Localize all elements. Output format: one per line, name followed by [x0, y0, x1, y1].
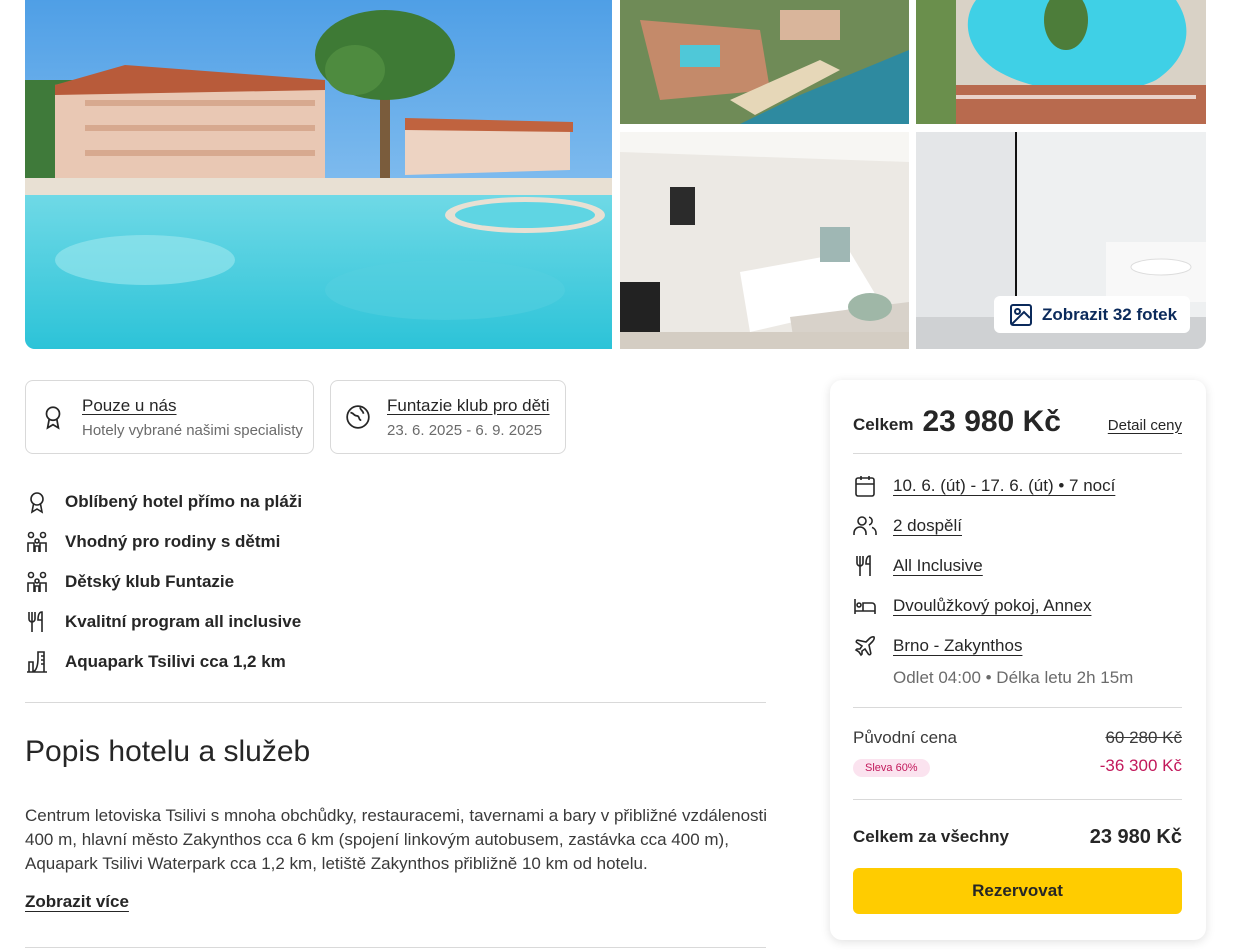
users-icon — [853, 516, 877, 535]
feature-text: Aquapark Tsilivi cca 1,2 km — [65, 652, 286, 671]
show-all-photos-label: Zobrazit 32 fotek — [1042, 304, 1178, 324]
travelers-row[interactable]: 2 dospělí — [853, 514, 1182, 554]
feature-text: Dětský klub Funtazie — [65, 572, 235, 591]
card-divider — [853, 707, 1182, 708]
card-divider — [853, 799, 1182, 800]
family-icon — [27, 571, 47, 592]
calendar-icon — [855, 476, 875, 497]
total-price: 23 980 Kč — [922, 405, 1061, 438]
grand-total-label: Celkem za všechny — [853, 827, 1009, 846]
description-title: Popis hotelu a služeb — [25, 735, 311, 768]
badge-kids-club-dates: 23. 6. 2025 - 6. 9. 2025 — [387, 421, 543, 439]
original-price-block: Původní cena 60 280 Kč Sleva 60% -36 300… — [853, 728, 1182, 784]
original-price-label: Původní cena — [853, 728, 957, 747]
feature-text: Oblíbený hotel přímo na pláži — [65, 492, 303, 511]
section-divider — [25, 947, 766, 948]
gallery-photo-pool[interactable] — [916, 0, 1206, 124]
trip-details: 10. 6. (út) - 17. 6. (út) • 7 nocí 2 dos… — [853, 474, 1182, 688]
trip-dates-row[interactable]: 10. 6. (út) - 17. 6. (út) • 7 nocí — [853, 474, 1182, 514]
plane-icon — [854, 636, 875, 657]
gallery-photo-aerial[interactable] — [620, 0, 909, 124]
family-icon — [27, 531, 47, 552]
price-card: Celkem 23 980 Kč Detail ceny 10. 6. (út)… — [830, 380, 1206, 940]
aquapark-icon — [27, 651, 47, 673]
board-row[interactable]: All Inclusive — [853, 554, 1182, 594]
trip-dates[interactable]: 10. 6. (út) - 17. 6. (út) • 7 nocí — [893, 474, 1115, 498]
description-text: Centrum letoviska Tsilivi s mnoha obchůd… — [25, 806, 768, 873]
sale-badge: Sleva 60% — [853, 759, 930, 777]
feature-text: Kvalitní program all inclusive — [65, 612, 302, 631]
grand-total-row: Celkem za všechny 23 980 Kč — [853, 822, 1182, 852]
book-button[interactable]: Rezervovat — [853, 868, 1182, 914]
board-type[interactable]: All Inclusive — [893, 554, 983, 578]
badge-kids-club[interactable]: Funtazie klub pro děti 23. 6. 2025 - 6. … — [330, 380, 566, 454]
cutlery-icon — [856, 555, 871, 576]
gallery-photo-bedroom[interactable] — [620, 132, 909, 349]
discount-value: -36 300 Kč — [1099, 756, 1182, 775]
grand-total-value: 23 980 Kč — [1089, 825, 1182, 848]
badge-exclusive[interactable]: Pouze u nás Hotely vybrané našimi specia… — [25, 380, 314, 454]
flight-info: Odlet 04:00 • Délka letu 2h 15m — [893, 668, 1134, 687]
original-price-value: 60 280 Kč — [1105, 728, 1182, 747]
photo-gallery[interactable]: Zobrazit 32 fotek — [25, 0, 1206, 349]
travelers[interactable]: 2 dospělí — [893, 514, 962, 538]
room-row[interactable]: Dvoulůžkový pokoj, Annex — [853, 594, 1182, 634]
feature-item: Kvalitní program all inclusive — [25, 602, 302, 642]
award-icon — [30, 492, 44, 514]
award-icon — [45, 406, 61, 430]
badge-exclusive-subtitle: Hotely vybrané našimi specialisty — [82, 421, 303, 439]
price-total-header: Celkem 23 980 Kč Detail ceny — [853, 402, 1182, 442]
gallery-photo-main[interactable] — [25, 0, 612, 349]
room-type[interactable]: Dvoulůžkový pokoj, Annex — [893, 594, 1091, 618]
feature-item: Oblíbený hotel přímo na pláži — [25, 482, 302, 522]
hotel-features: Oblíbený hotel přímo na pláži Vhodný pro… — [25, 482, 302, 682]
image-icon — [1010, 303, 1032, 326]
price-detail-link[interactable]: Detail ceny — [1108, 417, 1182, 434]
badge-exclusive-title[interactable]: Pouze u nás — [82, 396, 303, 416]
total-label: Celkem — [853, 415, 914, 434]
card-divider — [853, 453, 1182, 454]
show-all-photos-button[interactable]: Zobrazit 32 fotek — [994, 296, 1190, 333]
feature-text: Vhodný pro rodiny s dětmi — [65, 532, 281, 551]
badge-kids-club-title[interactable]: Funtazie klub pro děti — [387, 396, 550, 416]
bed-icon — [854, 599, 876, 614]
feature-item: Aquapark Tsilivi cca 1,2 km — [25, 642, 302, 682]
feature-item: Dětský klub Funtazie — [25, 562, 302, 602]
globe-icon — [346, 405, 370, 429]
show-more-link[interactable]: Zobrazit více — [25, 892, 129, 912]
cutlery-icon — [28, 611, 43, 632]
feature-item: Vhodný pro rodiny s dětmi — [25, 522, 302, 562]
flight-route[interactable]: Brno - Zakynthos — [893, 634, 1022, 658]
section-divider — [25, 702, 766, 703]
